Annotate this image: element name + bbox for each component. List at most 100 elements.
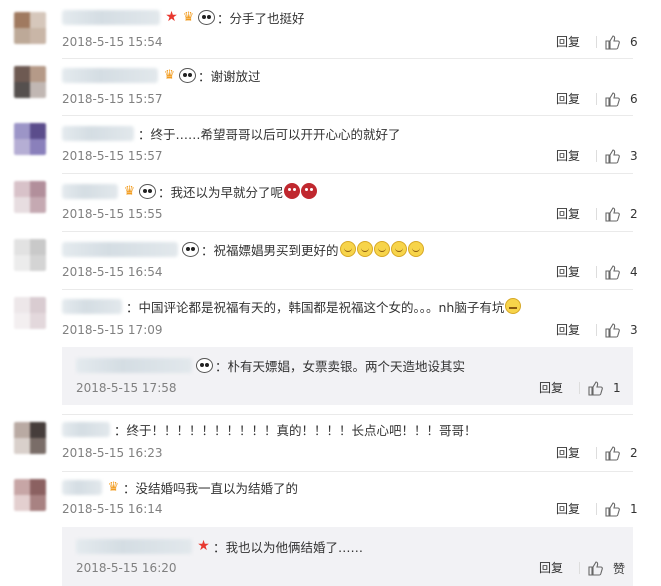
thumbs-up-icon — [605, 502, 620, 517]
reply-button[interactable]: 回复 — [556, 321, 580, 339]
reply-button[interactable]: 回复 — [556, 205, 580, 223]
comment-text: ：我还以为早就分了呢 — [158, 184, 284, 200]
reply-button[interactable]: 回复 — [556, 147, 580, 165]
reply-button[interactable]: 回复 — [556, 444, 580, 462]
avatar[interactable] — [14, 422, 46, 454]
like-button[interactable]: 4 — [604, 263, 638, 281]
divider — [62, 414, 633, 415]
like-button[interactable]: 3 — [604, 147, 638, 165]
comment-text: ：终于！！！！！！！！！！真的！！！！长点心吧！！！哥哥！ — [114, 422, 477, 438]
reply-button[interactable]: 回复 — [539, 559, 563, 577]
divider — [596, 208, 597, 220]
like-count: 1 — [613, 381, 621, 395]
comment-time: 2018-5-15 16:54 — [62, 265, 163, 279]
reply-button[interactable]: 回复 — [556, 500, 580, 518]
smile-emoji-icon — [407, 241, 424, 257]
like-count: 3 — [630, 149, 638, 163]
panda-badge-icon — [179, 67, 196, 83]
like-button[interactable]: 6 — [604, 33, 638, 51]
divider — [62, 58, 633, 59]
star-badge-icon: ★ — [197, 538, 210, 554]
thumbs-up-icon — [605, 446, 620, 461]
thumbs-up-icon — [605, 92, 620, 107]
vip-badge-icon: ♛ — [107, 479, 120, 495]
avatar[interactable] — [14, 239, 46, 271]
thumbs-up-icon — [605, 149, 620, 164]
divider — [62, 231, 633, 232]
smile-emoji-icon — [373, 241, 390, 257]
username[interactable] — [62, 125, 134, 141]
divider — [596, 36, 597, 48]
reply-button[interactable]: 回复 — [556, 33, 580, 51]
like-count: 4 — [630, 265, 638, 279]
sub-reply-item: ★ ：我也以为他俩结婚了…… 2018-5-15 16:20 回复 赞 — [62, 527, 633, 586]
username[interactable] — [62, 298, 122, 314]
like-count: 6 — [630, 35, 638, 49]
divider — [579, 382, 580, 394]
panda-badge-icon — [139, 183, 156, 199]
like-button[interactable]: 6 — [604, 90, 638, 108]
vip-badge-icon: ♛ — [182, 9, 195, 25]
reply-button[interactable]: 回复 — [539, 379, 563, 397]
sleepy-emoji-icon — [505, 298, 522, 314]
comment-time: 2018-5-15 15:55 — [62, 207, 163, 221]
thumbs-up-icon — [588, 381, 603, 396]
divider — [62, 115, 633, 116]
username[interactable] — [62, 421, 110, 437]
avatar[interactable] — [14, 479, 46, 511]
comment-text: ：没结婚吗我一直以为结婚了的 — [123, 480, 299, 496]
thumbs-up-icon — [588, 561, 603, 576]
like-button[interactable]: 赞 — [587, 559, 625, 577]
avatar[interactable] — [14, 66, 46, 98]
avatar[interactable] — [14, 297, 46, 329]
thumbs-up-icon — [605, 207, 620, 222]
divider — [62, 471, 633, 472]
thumbs-up-icon — [605, 323, 620, 338]
panda-badge-icon — [196, 357, 213, 373]
like-button[interactable]: 1 — [604, 500, 638, 518]
like-count: 2 — [630, 207, 638, 221]
divider — [62, 289, 633, 290]
comment-time: 2018-5-15 16:23 — [62, 446, 163, 460]
comment-time: 2018-5-15 15:57 — [62, 149, 163, 163]
divider — [596, 93, 597, 105]
star-badge-icon: ★ — [165, 9, 178, 25]
like-count: 2 — [630, 446, 638, 460]
like-button[interactable]: 2 — [604, 205, 638, 223]
avatar[interactable] — [14, 123, 46, 155]
username[interactable] — [62, 183, 118, 199]
username[interactable] — [76, 357, 192, 373]
reply-button[interactable]: 回复 — [556, 90, 580, 108]
username[interactable] — [62, 479, 102, 495]
comment-time: 2018-5-15 16:14 — [62, 502, 163, 516]
username[interactable] — [62, 241, 178, 257]
divider — [62, 173, 633, 174]
reply-button[interactable]: 回复 — [556, 263, 580, 281]
like-button[interactable]: 2 — [604, 444, 638, 462]
thumbs-up-icon — [605, 35, 620, 50]
comment-time: 2018-5-15 15:54 — [62, 35, 163, 49]
panda-badge-icon — [198, 9, 215, 25]
like-button[interactable]: 1 — [587, 379, 621, 397]
smile-emoji-icon — [390, 241, 407, 257]
comment-text: ：分手了也挺好 — [217, 10, 305, 26]
vip-badge-icon: ♛ — [163, 67, 176, 83]
sub-reply-item: ：朴有天嫖娼，女票卖银。两个天造地设其实 2018-5-15 17:58 回复 … — [62, 347, 633, 405]
avatar[interactable] — [14, 12, 46, 44]
like-button[interactable]: 3 — [604, 321, 638, 339]
divider — [596, 150, 597, 162]
comment-time: 2018-5-15 15:57 — [62, 92, 163, 106]
avatar[interactable] — [14, 181, 46, 213]
divider — [596, 266, 597, 278]
comment-text: ：终于……希望哥哥以后可以开开心心的就好了 — [138, 126, 401, 142]
vip-badge-icon: ♛ — [123, 183, 136, 199]
comment-time: 2018-5-15 16:20 — [76, 561, 177, 575]
username[interactable] — [62, 67, 158, 83]
divider — [596, 324, 597, 336]
comment-text: ：中国评论都是祝福有天的，韩国都是祝福这个女的。。。nh脑子有坑 — [126, 299, 505, 315]
username[interactable] — [62, 9, 160, 25]
angry-devil-emoji-icon — [284, 183, 301, 199]
smile-emoji-icon — [339, 241, 356, 257]
like-count: 6 — [630, 92, 638, 106]
username[interactable] — [76, 538, 192, 554]
